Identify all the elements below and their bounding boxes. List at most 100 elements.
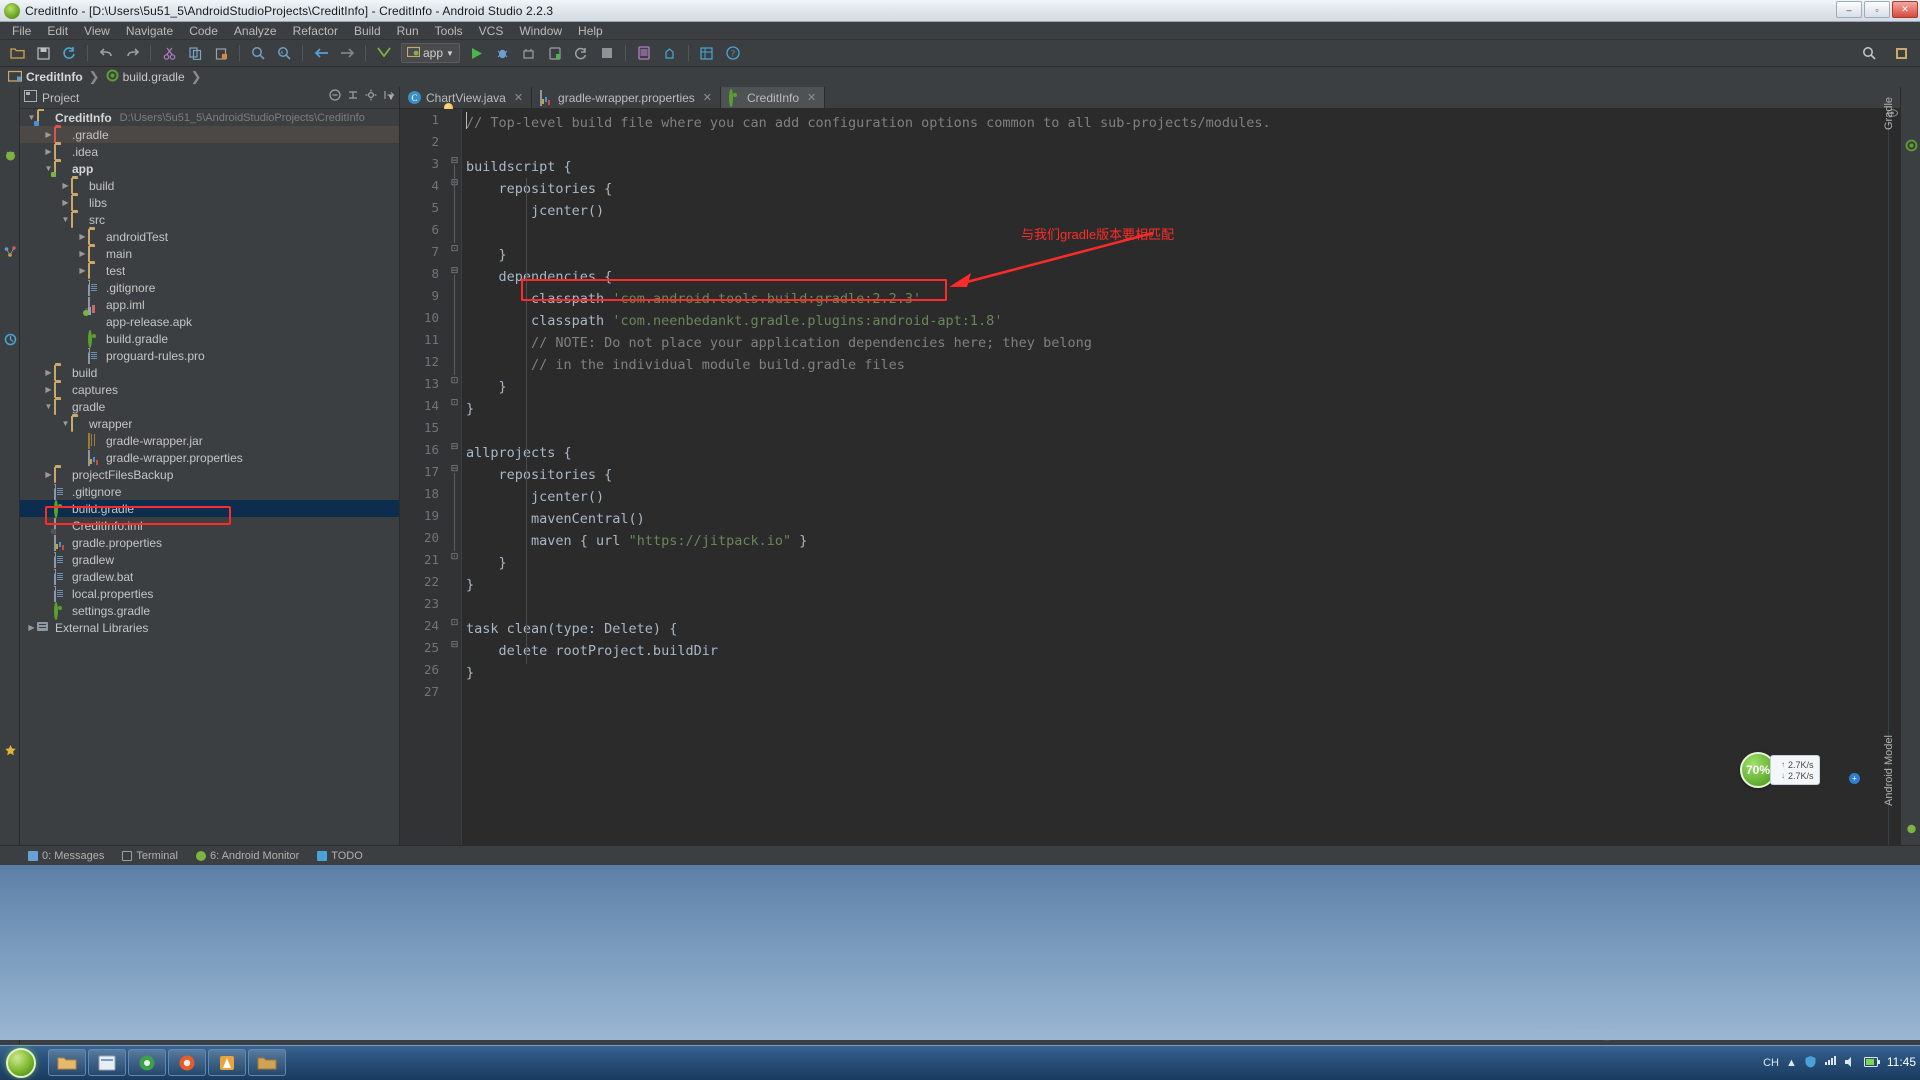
fold-marker[interactable]: ⊡ xyxy=(450,397,459,407)
sidebar-item-captures[interactable]: Captures xyxy=(0,271,20,333)
code-line[interactable]: } xyxy=(466,552,507,574)
chevron-right-icon[interactable]: ▶ xyxy=(43,385,54,394)
fold-marker[interactable]: ⊡ xyxy=(450,551,459,561)
settings-gear-icon[interactable] xyxy=(365,89,377,104)
menu-file[interactable]: File xyxy=(4,23,39,39)
layout-inspector-icon[interactable] xyxy=(697,43,717,63)
menu-navigate[interactable]: Navigate xyxy=(118,23,181,39)
code-line[interactable]: } xyxy=(466,662,474,684)
chevron-right-icon[interactable]: ▶ xyxy=(26,623,37,632)
chevron-right-icon[interactable]: ▶ xyxy=(77,232,88,241)
sidebar-item-gradle[interactable]: Gradle xyxy=(1883,91,1920,139)
code-line[interactable]: jcenter() xyxy=(466,200,604,222)
tree-row[interactable]: ▶ androidTest xyxy=(20,228,399,245)
fold-marker[interactable]: ⊟ xyxy=(450,639,459,649)
tree-row[interactable]: local.properties xyxy=(20,585,399,602)
taskbar-explorer-icon[interactable] xyxy=(48,1049,86,1076)
copy-icon[interactable] xyxy=(185,43,205,63)
tree-row[interactable]: gradle-wrapper.jar xyxy=(20,432,399,449)
paste-icon[interactable] xyxy=(211,43,231,63)
breadcrumb-file[interactable]: build.gradle xyxy=(106,69,185,85)
taskbar-edge-icon[interactable] xyxy=(88,1049,126,1076)
menu-view[interactable]: View xyxy=(76,23,118,39)
tree-row[interactable]: ▶ build xyxy=(20,177,399,194)
menu-build[interactable]: Build xyxy=(346,23,389,39)
tree-row[interactable]: ▼ CreditInfo D:\Users\5u51_5\AndroidStudio… xyxy=(20,109,399,126)
menu-window[interactable]: Window xyxy=(511,23,570,39)
fold-marker[interactable]: ⊡ xyxy=(450,375,459,385)
android-device-icon[interactable] xyxy=(545,43,565,63)
tree-row[interactable]: gradle.properties xyxy=(20,534,399,551)
layout-editor-icon[interactable] xyxy=(1891,43,1911,63)
sidebar-item-favorites[interactable]: 2: Favorites xyxy=(0,677,20,749)
run-icon[interactable] xyxy=(467,43,487,63)
fold-marker[interactable]: ⊟ xyxy=(450,463,459,473)
taskbar-firefox-icon[interactable] xyxy=(128,1049,166,1076)
code-line[interactable]: repositories { xyxy=(466,178,613,200)
tree-row[interactable]: build.gradle xyxy=(20,500,399,518)
code-line[interactable]: } xyxy=(466,574,474,596)
start-orb-icon[interactable] xyxy=(6,1048,36,1078)
code-line[interactable]: } xyxy=(466,244,507,266)
tree-row[interactable]: ▼ src xyxy=(20,211,399,228)
tree-row[interactable]: CreditInfo.iml xyxy=(20,517,399,534)
sidebar-item-structure[interactable]: 7: Structure xyxy=(0,175,20,245)
code-line[interactable]: allprojects { xyxy=(466,442,572,464)
code-line[interactable]: // in the individual module build.gradle… xyxy=(466,354,905,376)
cut-icon[interactable] xyxy=(159,43,179,63)
menu-code[interactable]: Code xyxy=(181,23,226,39)
stop-icon[interactable] xyxy=(597,43,617,63)
menu-run[interactable]: Run xyxy=(389,23,427,39)
fold-marker[interactable]: ⊡ xyxy=(450,617,459,627)
minimize-button[interactable]: – xyxy=(1836,1,1862,18)
tree-row[interactable]: ▶ test xyxy=(20,262,399,279)
refresh-icon[interactable] xyxy=(571,43,591,63)
tree-row[interactable]: settings.gradle xyxy=(20,602,399,620)
fold-marker[interactable]: ⊡ xyxy=(450,243,459,253)
tree-row[interactable]: gradle-wrapper.properties xyxy=(20,449,399,466)
tray-volume-icon[interactable] xyxy=(1844,1056,1857,1071)
close-icon[interactable]: ✕ xyxy=(514,91,523,104)
hide-panel-icon[interactable] xyxy=(383,89,395,104)
chevron-right-icon[interactable]: ▶ xyxy=(77,249,88,258)
editor-tab[interactable]: gradle-wrapper.properties ✕ xyxy=(532,87,722,108)
attach-debugger-icon[interactable] xyxy=(519,43,539,63)
tray-up-arrow-icon[interactable]: ▲ xyxy=(1786,1057,1797,1069)
maximize-button[interactable]: ▫ xyxy=(1864,1,1890,18)
replace-icon[interactable]: A xyxy=(274,43,294,63)
menu-vcs[interactable]: VCS xyxy=(471,23,512,39)
bottom-item-messages[interactable]: 0: Messages xyxy=(28,850,104,862)
sync-icon[interactable] xyxy=(59,43,79,63)
collapse-all-icon[interactable] xyxy=(329,89,341,104)
menu-analyze[interactable]: Analyze xyxy=(226,23,285,39)
chevron-right-icon[interactable]: ▶ xyxy=(43,470,54,479)
code-line[interactable]: dependencies { xyxy=(466,266,613,288)
editor-gutter[interactable]: 1 2 3 4 5 6 7 8 9 10 11 12 13 14 15 16 17 18 19 20 21 22 23 24 2… xyxy=(400,109,462,845)
sdk-manager-icon[interactable] xyxy=(660,43,680,63)
tray-battery-icon[interactable] xyxy=(1863,1056,1880,1070)
code-line[interactable]: classpath 'com.android.tools.build:gradl… xyxy=(466,288,921,310)
taskbar-clock[interactable]: 11:45 xyxy=(1887,1056,1916,1069)
tree-row[interactable]: ▶ captures xyxy=(20,381,399,398)
search-everywhere-icon[interactable] xyxy=(1859,43,1879,63)
editor-tabs[interactable]: C ChartView.java ✕ gradle-wrapper.propertie… xyxy=(400,87,1900,112)
code-line[interactable]: task clean(type: Delete) { xyxy=(466,618,677,640)
tree-row[interactable]: ▼ gradle xyxy=(20,398,399,415)
tree-row[interactable]: ▶ projectFilesBackup xyxy=(20,466,399,483)
tray-network-icon[interactable] xyxy=(1824,1056,1837,1070)
tree-row[interactable]: ▶ main xyxy=(20,245,399,262)
tree-row[interactable]: gradlew xyxy=(20,551,399,568)
close-icon[interactable]: ✕ xyxy=(807,91,816,104)
code-line[interactable]: // Top-level build file where you can ad… xyxy=(466,112,1271,134)
chevron-right-icon[interactable]: ▶ xyxy=(60,198,71,207)
sidebar-item-android-model[interactable]: Android Model xyxy=(1883,727,1920,819)
plus-badge-icon[interactable]: + xyxy=(1849,773,1860,784)
tree-row[interactable]: ▶ build xyxy=(20,364,399,381)
code-line[interactable]: } xyxy=(466,376,507,398)
redo-icon[interactable] xyxy=(122,43,142,63)
module-selector[interactable]: app ▼ xyxy=(401,43,460,63)
code-line[interactable]: buildscript { xyxy=(466,156,572,178)
code-line[interactable]: classpath 'com.neenbedankt.gradle.plugin… xyxy=(466,310,1002,332)
tree-row[interactable]: ▼ app xyxy=(20,160,399,177)
tree-row[interactable]: build.gradle xyxy=(20,330,399,348)
